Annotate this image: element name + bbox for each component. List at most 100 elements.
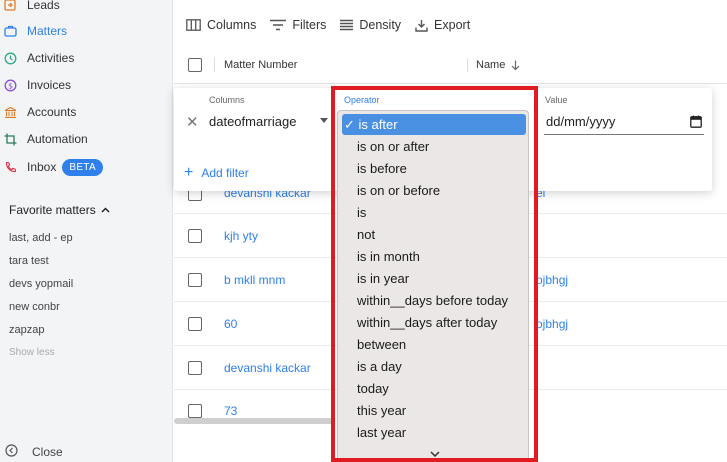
matter-link[interactable]: 60 [224, 317, 237, 331]
favorite-matters-toggle[interactable]: Favorite matters [9, 203, 110, 217]
matter-link[interactable]: kjh yty [224, 229, 258, 243]
name-link[interactable]: ojbhgj [536, 273, 568, 287]
favorite-item[interactable]: devs yopmail [9, 278, 73, 290]
leads-icon [3, 0, 17, 12]
value-date-input[interactable]: dd/mm/yyyy [546, 114, 615, 129]
option-label: is after [358, 117, 398, 132]
favorite-item[interactable]: last, add - ep [9, 232, 73, 244]
name-link[interactable]: ojbhgj [536, 317, 568, 331]
operator-option[interactable]: last year [357, 422, 406, 443]
export-button[interactable]: Export [415, 18, 470, 32]
row-checkbox[interactable] [188, 317, 202, 331]
plus-icon: + [184, 164, 194, 181]
collapse-arrow-icon [5, 444, 18, 460]
operator-option[interactable]: between [357, 334, 406, 355]
operator-field-label: Operator [344, 95, 380, 105]
column-header-name-label: Name [476, 59, 506, 71]
operator-option-selected[interactable]: ✓ is after [342, 114, 526, 135]
select-all-checkbox[interactable] [188, 58, 202, 72]
chevron-up-icon [101, 205, 110, 216]
phone-icon [3, 160, 17, 174]
briefcase-icon [3, 24, 17, 38]
favorite-item[interactable]: zapzap [9, 324, 44, 336]
sidebar-item-label: Automation [27, 132, 88, 146]
operator-dropdown-list[interactable]: ✓ is after is on or after is before is o… [337, 110, 529, 462]
value-field-label: Value [545, 95, 568, 105]
export-icon [415, 19, 428, 32]
sort-arrow-down-icon [511, 60, 520, 70]
calendar-icon[interactable] [690, 115, 702, 133]
columns-button[interactable]: Columns [186, 18, 256, 32]
row-checkbox[interactable] [188, 361, 202, 375]
close-label: Close [32, 445, 63, 459]
columns-label: Columns [207, 18, 257, 32]
sidebar-item-matters[interactable]: Matters [0, 20, 67, 42]
density-button[interactable]: Density [340, 18, 401, 32]
sidebar-item-label: Invoices [27, 78, 72, 92]
sidebar-item-label: Leads [27, 0, 60, 12]
crop-icon [3, 132, 17, 146]
filter-icon [270, 19, 287, 31]
scroll-down-chevron-icon[interactable] [430, 449, 440, 460]
row-checkbox[interactable] [188, 229, 202, 243]
sidebar: Leads Matters Activities $ Invoices Acco… [0, 0, 173, 462]
sidebar-item-automation[interactable]: Automation [0, 128, 88, 150]
matter-link[interactable]: 73 [224, 404, 237, 418]
columns-select[interactable]: dateofmarriage [209, 114, 296, 129]
operator-option[interactable]: is in month [357, 246, 420, 267]
operator-option[interactable]: today [357, 378, 389, 399]
operator-option[interactable]: is a day [357, 356, 402, 377]
density-icon [340, 19, 354, 31]
operator-option[interactable]: is in year [357, 268, 409, 289]
sidebar-item-accounts[interactable]: Accounts [0, 101, 76, 123]
density-label: Density [359, 18, 402, 32]
column-header-name[interactable]: Name [476, 59, 520, 71]
table-header: Matter Number Name [174, 48, 727, 84]
show-less-link[interactable]: Show less [9, 347, 55, 358]
favorite-item[interactable]: new conbr [9, 301, 60, 313]
filters-label: Filters [292, 18, 327, 32]
sidebar-item-invoices[interactable]: $ Invoices [0, 74, 71, 96]
horizontal-scrollbar[interactable] [174, 418, 334, 424]
column-divider [214, 58, 215, 72]
close-sidebar-button[interactable]: Close [5, 444, 63, 460]
filters-button[interactable]: Filters [270, 18, 326, 32]
export-label: Export [434, 18, 471, 32]
favorites-title: Favorite matters [9, 203, 96, 217]
row-checkbox[interactable] [188, 404, 202, 418]
sidebar-item-leads[interactable]: Leads [0, 0, 60, 16]
operator-option[interactable]: within__days before today [357, 290, 508, 311]
sidebar-item-label: Matters [27, 24, 68, 38]
add-filter-label: Add filter [201, 166, 249, 180]
operator-option[interactable]: this year [357, 400, 406, 421]
dropdown-arrow-icon[interactable] [320, 118, 328, 123]
svg-text:$: $ [7, 81, 12, 90]
row-checkbox[interactable] [188, 273, 202, 287]
bank-icon [3, 105, 17, 119]
operator-option[interactable]: is before [357, 158, 407, 179]
column-header-matter-number[interactable]: Matter Number [224, 59, 297, 71]
value-input-underline [544, 134, 704, 135]
favorite-item[interactable]: tara test [9, 255, 49, 267]
matter-link[interactable]: b mkll mnm [224, 273, 285, 287]
add-filter-button[interactable]: + Add filter [184, 165, 249, 181]
column-divider[interactable] [467, 58, 468, 72]
columns-icon [186, 19, 201, 31]
dollar-icon: $ [3, 78, 17, 92]
columns-field-label: Columns [209, 95, 245, 105]
operator-option[interactable]: is on or before [357, 180, 440, 201]
beta-badge: BETA [62, 158, 103, 176]
checkmark-icon: ✓ [344, 117, 355, 132]
grid-toolbar: Columns Filters Density Export [186, 18, 484, 32]
operator-option[interactable]: is on or after [357, 136, 429, 157]
clock-icon [3, 51, 17, 65]
operator-option[interactable]: within__days after today [357, 312, 497, 333]
remove-filter-icon[interactable]: ✕ [186, 113, 199, 131]
operator-option[interactable]: not [357, 224, 375, 245]
sidebar-item-activities[interactable]: Activities [0, 47, 74, 69]
operator-option[interactable]: is [357, 202, 366, 223]
sidebar-item-inbox[interactable]: Inbox BETA [0, 156, 103, 178]
sidebar-item-label: Accounts [27, 105, 77, 119]
sidebar-item-label: Activities [27, 51, 75, 65]
matter-link[interactable]: devanshi kackar [224, 361, 311, 375]
